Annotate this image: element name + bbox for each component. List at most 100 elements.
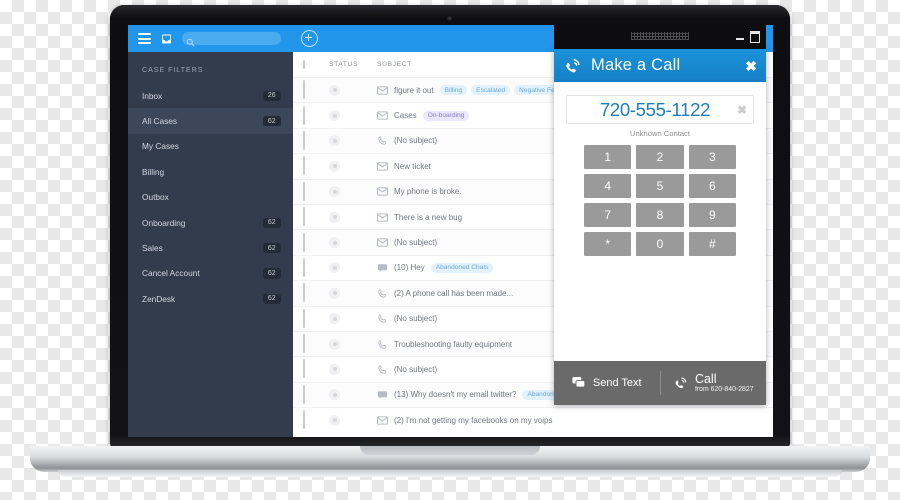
- row-checkbox[interactable]: [303, 80, 305, 100]
- row-select-cell[interactable]: [303, 359, 329, 379]
- row-status[interactable]: [329, 110, 377, 122]
- row-select-cell[interactable]: [303, 410, 329, 430]
- sidebar-item-all-cases[interactable]: All Cases 62: [128, 108, 293, 134]
- sidebar-item-inbox[interactable]: Inbox 26: [128, 83, 293, 108]
- row-select-cell[interactable]: [303, 130, 329, 150]
- inbox-icon[interactable]: [160, 33, 173, 45]
- laptop-base-shadow: [58, 470, 842, 477]
- row-select-cell[interactable]: [303, 105, 329, 125]
- sidebar-title: CASE FILTERS: [142, 65, 204, 74]
- topbar-left: [128, 32, 293, 47]
- dialpad-key-7[interactable]: 7: [584, 203, 632, 227]
- row-status[interactable]: [329, 237, 377, 249]
- dialpad-key-4[interactable]: 4: [584, 174, 632, 198]
- dialpad-key-5[interactable]: 5: [636, 174, 684, 198]
- row-checkbox[interactable]: [303, 283, 305, 303]
- row-checkbox[interactable]: [303, 232, 305, 252]
- row-subject: My phone is broke.: [394, 187, 462, 197]
- row-select-cell[interactable]: [303, 308, 329, 328]
- row-checkbox[interactable]: [303, 207, 305, 227]
- row-status[interactable]: [329, 313, 377, 325]
- row-select-cell[interactable]: [303, 257, 329, 277]
- maximize-icon[interactable]: [750, 31, 760, 43]
- row-status[interactable]: [329, 186, 377, 198]
- laptop-base: [30, 446, 870, 472]
- hamburger-icon[interactable]: [138, 33, 151, 44]
- row-select-cell[interactable]: [303, 334, 329, 354]
- sidebar-item-onboarding[interactable]: Onboarding 62: [128, 210, 293, 235]
- row-status[interactable]: [329, 84, 377, 96]
- row-checkbox[interactable]: [303, 181, 305, 201]
- sidebar-item-billing[interactable]: Billing: [128, 159, 293, 184]
- dialpad-key-2[interactable]: 2: [636, 145, 684, 169]
- row-checkbox[interactable]: [303, 156, 305, 176]
- sidebar-item-sales[interactable]: Sales 62: [128, 235, 293, 260]
- dialpad-key-3[interactable]: 3: [688, 145, 736, 169]
- select-all-cell[interactable]: [303, 60, 329, 69]
- call-label-group: Call from 620-840-2827: [695, 372, 754, 393]
- select-all-checkbox[interactable]: [303, 60, 305, 69]
- row-checkbox[interactable]: [303, 334, 305, 354]
- send-text-button[interactable]: Send Text: [554, 376, 660, 390]
- dialpad-key-8[interactable]: 8: [636, 203, 684, 227]
- status-icon: [329, 84, 340, 96]
- row-select-cell[interactable]: [303, 283, 329, 303]
- sidebar-item-label: Outbox: [142, 192, 169, 203]
- row-checkbox[interactable]: [303, 130, 305, 150]
- dialpad-key-hash[interactable]: #: [688, 232, 736, 256]
- call-icon: [673, 375, 689, 391]
- status-icon: [329, 262, 340, 274]
- dialpad-key-1[interactable]: 1: [584, 145, 632, 169]
- row-select-cell[interactable]: [303, 207, 329, 227]
- search-input[interactable]: [182, 32, 281, 47]
- dialpad-key-9[interactable]: 9: [688, 203, 736, 227]
- row-checkbox[interactable]: [303, 410, 305, 430]
- row-select-cell[interactable]: [303, 80, 329, 100]
- row-select-cell[interactable]: [303, 232, 329, 252]
- clear-number-icon[interactable]: ✖: [737, 103, 747, 117]
- search-icon: [186, 34, 195, 47]
- phone-number-field[interactable]: 720-555-1122 ✖: [566, 95, 754, 124]
- row-status[interactable]: [329, 160, 377, 172]
- tag[interactable]: Abandoned Chats: [430, 262, 494, 273]
- dialpad-key-0[interactable]: 0: [636, 232, 684, 256]
- row-checkbox[interactable]: [303, 384, 305, 404]
- tag[interactable]: Billing: [439, 85, 468, 96]
- row-checkbox[interactable]: [303, 105, 305, 125]
- row-checkbox[interactable]: [303, 359, 305, 379]
- close-icon[interactable]: ✖: [745, 59, 757, 73]
- chat-icon: [377, 262, 388, 273]
- call-button[interactable]: Call from 620-840-2827: [661, 372, 767, 393]
- row-subject: (No subject): [394, 314, 438, 324]
- row-status[interactable]: [329, 287, 377, 299]
- row-tags: Abandoned Chats: [430, 262, 494, 273]
- row-status[interactable]: [329, 211, 377, 223]
- phone-icon: [377, 313, 388, 324]
- row-subject: (10) Hey: [394, 263, 425, 273]
- row-checkbox[interactable]: [303, 308, 305, 328]
- add-case-button[interactable]: [301, 30, 318, 47]
- row-status[interactable]: [329, 389, 377, 401]
- row-select-cell[interactable]: [303, 181, 329, 201]
- row-select-cell[interactable]: [303, 384, 329, 404]
- sidebar-item-my-cases[interactable]: My Cases: [128, 134, 293, 159]
- tag[interactable]: On-boarding: [422, 110, 470, 121]
- tag[interactable]: Escalated: [471, 85, 511, 96]
- column-header-subject: SUBJECT: [377, 61, 412, 68]
- row-select-cell[interactable]: [303, 156, 329, 176]
- drag-handle[interactable]: [631, 32, 689, 40]
- row-status[interactable]: [329, 414, 377, 426]
- minimize-icon[interactable]: [736, 38, 744, 40]
- sidebar-item-cancel-account[interactable]: Cancel Account 62: [128, 261, 293, 286]
- row-status[interactable]: [329, 338, 377, 350]
- dialpad-key-6[interactable]: 6: [688, 174, 736, 198]
- status-icon: [329, 110, 340, 122]
- row-status[interactable]: [329, 135, 377, 147]
- row-status[interactable]: [329, 262, 377, 274]
- row-status[interactable]: [329, 363, 377, 375]
- dialpad-key-star[interactable]: *: [584, 232, 632, 256]
- sidebar-item-outbox[interactable]: Outbox: [128, 185, 293, 210]
- sidebar-item-zendesk[interactable]: ZenDesk 62: [128, 286, 293, 311]
- row-checkbox[interactable]: [303, 257, 305, 277]
- table-row[interactable]: (2) I'm not getting my facebooks on my v…: [293, 407, 773, 432]
